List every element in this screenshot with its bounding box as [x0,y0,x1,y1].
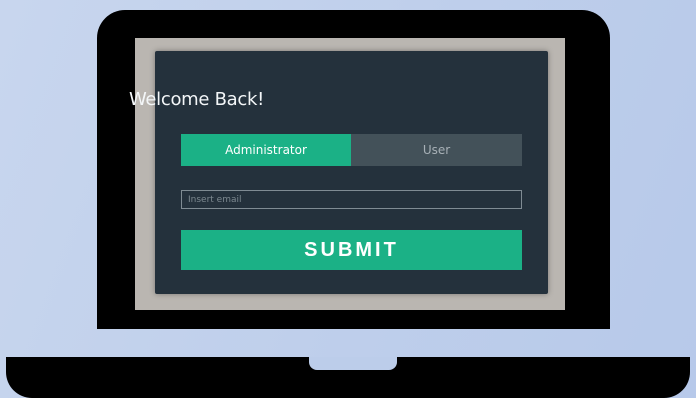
page-title: Welcome Back! [128,89,265,110]
tab-user[interactable]: User [351,134,522,166]
tab-administrator[interactable]: Administrator [181,134,351,166]
laptop-notch [309,357,397,370]
email-field[interactable] [181,190,522,209]
submit-button[interactable]: SUBMIT [181,230,522,270]
